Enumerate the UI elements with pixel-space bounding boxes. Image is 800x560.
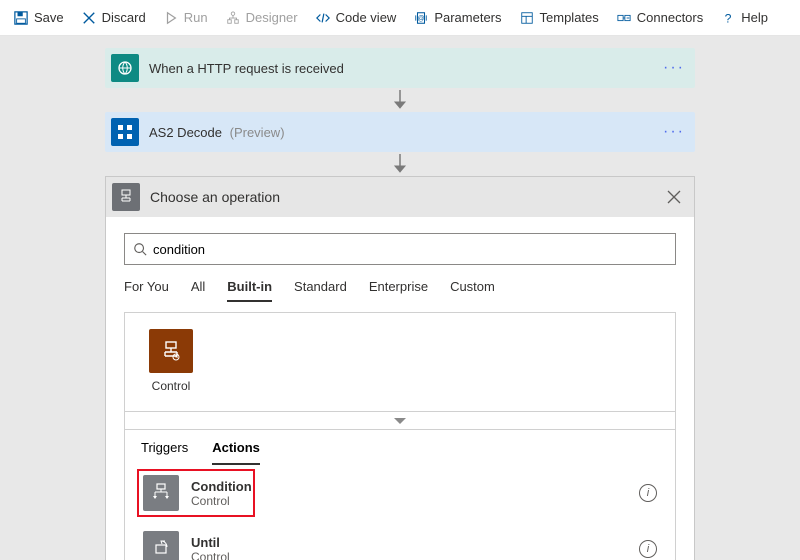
run-label: Run [184,10,208,25]
discard-label: Discard [102,10,146,25]
templates-icon [520,11,534,25]
discard-button[interactable]: Discard [74,6,154,29]
tab-standard[interactable]: Standard [294,279,347,302]
designer-button[interactable]: Designer [218,6,306,29]
panel-body: For You All Built-in Standard Enterprise… [106,217,694,560]
trigger-more-button[interactable]: ··· [663,59,685,77]
action-until-name: Until [191,535,230,550]
tab-triggers[interactable]: Triggers [141,440,188,465]
trigger-action-tabs: Triggers Actions [125,429,675,465]
action-until[interactable]: Until Control i [125,521,675,560]
designer-label: Designer [246,10,298,25]
connector-control-label: Control [152,379,191,393]
save-label: Save [34,10,64,25]
control-tile-icon [149,329,193,373]
parameters-label: Parameters [434,10,501,25]
chevron-down-icon [393,416,407,426]
connector-control[interactable]: Control [141,329,201,393]
tab-foryou[interactable]: For You [124,279,169,302]
flow-column: When a HTTP request is received ··· AS2 … [105,48,695,560]
search-input[interactable] [153,242,667,257]
trigger-card[interactable]: When a HTTP request is received ··· [105,48,695,88]
save-button[interactable]: Save [6,6,72,29]
svg-text:?: ? [725,11,732,25]
toolbar: Save Discard Run Designer Code view @ Pa… [0,0,800,36]
codeview-icon [316,11,330,25]
action-condition-connector: Control [191,494,252,508]
templates-label: Templates [540,10,599,25]
svg-text:@: @ [418,15,425,22]
step-as2-title: AS2 Decode (Preview) [149,125,285,140]
run-button[interactable]: Run [156,6,216,29]
action-condition[interactable]: Condition Control i [125,465,675,521]
step-as2-preview: (Preview) [230,125,285,140]
step-as2-card[interactable]: AS2 Decode (Preview) ··· [105,112,695,152]
action-until-text: Until Control [191,535,230,560]
connectors-button[interactable]: Connectors [609,6,711,29]
action-condition-name: Condition [191,479,252,494]
tab-custom[interactable]: Custom [450,279,495,302]
codeview-button[interactable]: Code view [308,6,405,29]
tab-all[interactable]: All [191,279,205,302]
action-until-connector: Control [191,550,230,560]
choose-operation-panel: Choose an operation For You All Built-in… [105,176,695,560]
step-as2-more-button[interactable]: ··· [663,123,685,141]
step-as2-name: AS2 Decode [149,125,222,140]
http-icon [111,54,139,82]
action-list: Condition Control i Until Control [125,465,675,560]
as2-icon [111,118,139,146]
tab-enterprise[interactable]: Enterprise [369,279,428,302]
panel-title: Choose an operation [150,189,280,205]
search-box[interactable] [124,233,676,265]
panel-header: Choose an operation [106,177,694,217]
connectors-label: Connectors [637,10,703,25]
connectors-icon [617,11,631,25]
flow-arrow-1 [105,88,695,112]
panel-close-button[interactable] [660,183,688,211]
search-icon [133,242,147,256]
parameters-icon: @ [414,11,428,25]
action-until-info-button[interactable]: i [639,540,657,558]
tab-actions[interactable]: Actions [212,440,260,465]
templates-button[interactable]: Templates [512,6,607,29]
discard-icon [82,11,96,25]
operation-icon [112,183,140,211]
help-button[interactable]: ? Help [713,6,776,29]
designer-icon [226,11,240,25]
flow-arrow-2 [105,152,695,176]
until-icon [143,531,179,560]
help-icon: ? [721,11,735,25]
condition-icon [143,475,179,511]
parameters-button[interactable]: @ Parameters [406,6,509,29]
trigger-title: When a HTTP request is received [149,61,344,76]
expand-connectors-button[interactable] [125,411,675,429]
designer-canvas[interactable]: When a HTTP request is received ··· AS2 … [0,36,800,560]
codeview-label: Code view [336,10,397,25]
connector-grid: Control [125,313,675,411]
category-tabs: For You All Built-in Standard Enterprise… [124,265,676,312]
connector-box: Control Triggers Actions [124,312,676,560]
action-condition-text: Condition Control [191,479,252,508]
help-label: Help [741,10,768,25]
run-icon [164,11,178,25]
save-icon [14,11,28,25]
tab-builtin[interactable]: Built-in [227,279,272,302]
action-condition-info-button[interactable]: i [639,484,657,502]
